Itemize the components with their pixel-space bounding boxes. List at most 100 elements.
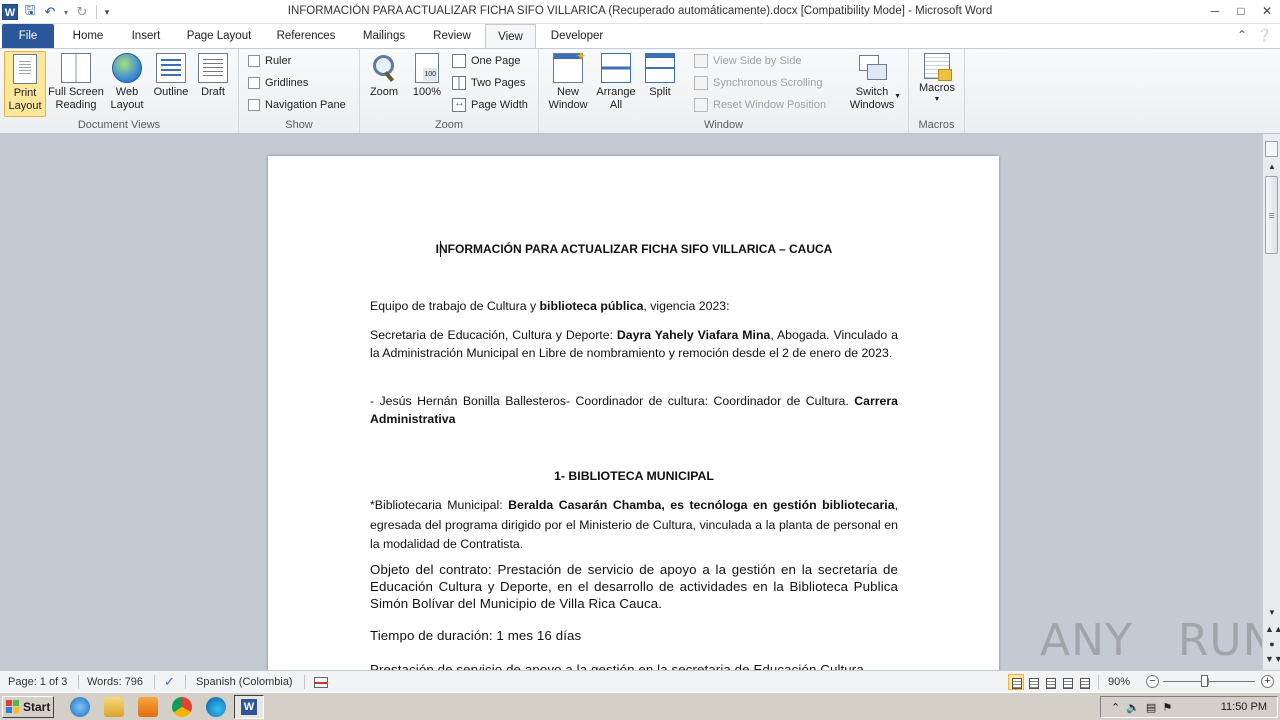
file-explorer-icon[interactable] <box>104 697 124 717</box>
system-clock[interactable]: 11:50 PM <box>1221 701 1267 713</box>
volume-icon[interactable]: 🔈 <box>1126 701 1140 714</box>
status-separator <box>1098 675 1099 689</box>
arrange-all-icon <box>601 53 631 83</box>
new-window-button[interactable]: New Window <box>543 50 593 117</box>
macro-record-icon[interactable] <box>314 671 328 693</box>
zoom-button[interactable]: Zoom <box>366 51 402 117</box>
start-button[interactable]: Start <box>2 696 54 718</box>
switch-windows-dropdown-icon: ▼ <box>894 93 901 100</box>
print-layout-view-icon[interactable] <box>1008 674 1024 690</box>
view-side-by-side-label: View Side by Side <box>713 55 802 67</box>
word-count[interactable]: Words: 796 <box>87 671 143 693</box>
tab-review[interactable]: Review <box>424 24 480 48</box>
paragraph-bibliotecaria: *Bibliotecaria Municipal: Beralda Casará… <box>370 496 898 555</box>
ruler-checkbox-box[interactable] <box>248 55 260 67</box>
action-center-flag-icon[interactable]: ⚑ <box>1162 701 1172 714</box>
zoom-slider-thumb[interactable] <box>1201 675 1208 687</box>
two-pages-icon <box>452 76 466 90</box>
full-screen-reading-label: Full Screen Reading <box>48 86 104 111</box>
tab-references[interactable]: References <box>268 24 344 48</box>
full-screen-view-icon[interactable] <box>1025 674 1041 690</box>
tab-mailings[interactable]: Mailings <box>354 24 414 48</box>
macros-label: Macros <box>918 82 956 94</box>
full-screen-reading-icon <box>61 53 91 83</box>
page-width-icon <box>452 97 466 112</box>
next-page-icon[interactable]: ▼▼ <box>1265 652 1280 666</box>
network-icon[interactable]: ▤ <box>1146 701 1156 714</box>
edge-icon[interactable] <box>206 697 226 717</box>
media-player-icon[interactable] <box>138 697 158 717</box>
maximize-icon[interactable]: □ <box>1228 0 1254 22</box>
reset-window-position-button[interactable]: Reset Window Position <box>694 95 826 115</box>
zoom-icon <box>369 53 399 83</box>
web-layout-button[interactable]: Web Layout <box>106 51 148 117</box>
scroll-down-icon[interactable]: ▼ <box>1264 606 1280 620</box>
zoom-in-icon[interactable]: + <box>1261 675 1274 688</box>
macros-button[interactable]: Macros ▼ <box>915 51 959 117</box>
previous-page-icon[interactable]: ▲▲ <box>1265 622 1280 636</box>
ribbon: Print Layout Full Screen Reading Web Lay… <box>0 48 1280 134</box>
page-count[interactable]: Page: 1 of 3 <box>8 671 67 693</box>
split-button[interactable]: Split <box>641 51 679 117</box>
navigation-pane-checkbox[interactable]: Navigation Pane <box>248 95 346 115</box>
zoom-out-icon[interactable]: − <box>1146 675 1159 688</box>
full-screen-reading-button[interactable]: Full Screen Reading <box>48 51 104 117</box>
ruler-label: Ruler <box>265 55 292 67</box>
p2-text-a: Secretaria de Educación, Cultura y Depor… <box>370 328 617 342</box>
show-hidden-icons-icon[interactable]: ⌃ <box>1111 701 1120 714</box>
switch-windows-button[interactable]: Switch Windows ▼ <box>841 51 903 117</box>
arrange-all-button[interactable]: Arrange All <box>593 51 639 117</box>
tab-file[interactable]: File <box>2 24 54 48</box>
print-layout-button[interactable]: Print Layout <box>4 51 46 117</box>
navigation-pane-label: Navigation Pane <box>265 99 346 111</box>
gridlines-checkbox-box[interactable] <box>248 77 260 89</box>
view-ruler-icon[interactable] <box>1265 141 1278 157</box>
synchronous-scrolling-button[interactable]: Synchronous Scrolling <box>694 73 822 93</box>
one-page-button[interactable]: One Page <box>452 51 521 71</box>
outline-view-icon[interactable] <box>1059 674 1075 690</box>
gridlines-checkbox[interactable]: Gridlines <box>248 73 308 93</box>
zoom-100-button[interactable]: 100% <box>408 51 446 117</box>
two-pages-button[interactable]: Two Pages <box>452 73 525 93</box>
tab-insert[interactable]: Insert <box>122 24 170 48</box>
chrome-icon[interactable] <box>172 697 192 717</box>
draft-view-icon[interactable] <box>1076 674 1092 690</box>
language-indicator[interactable]: Spanish (Colombia) <box>196 671 293 693</box>
macros-group-label: Macros <box>918 119 955 131</box>
minimize-ribbon-icon[interactable]: ⌃ <box>1237 28 1247 42</box>
proofing-icon[interactable]: ✓ <box>164 671 175 693</box>
close-icon[interactable]: ✕ <box>1254 0 1280 22</box>
paragraph-tiempo-duracion: Tiempo de duración: 1 mes 16 días <box>370 628 582 643</box>
page-width-button[interactable]: Page Width <box>452 95 528 115</box>
paragraph-objeto-contrato: Objeto del contrato: Prestación de servi… <box>370 562 898 611</box>
view-side-by-side-button[interactable]: View Side by Side <box>694 51 801 71</box>
scroll-up-icon[interactable]: ▲ <box>1264 160 1280 174</box>
print-layout-label: Print Layout <box>8 87 42 112</box>
tab-developer[interactable]: Developer <box>542 24 612 48</box>
tab-home[interactable]: Home <box>64 24 112 48</box>
outline-button[interactable]: Outline <box>150 51 192 117</box>
zoom-slider-track[interactable] <box>1163 681 1255 682</box>
zoom-100-icon <box>415 53 439 83</box>
zoom-level[interactable]: 90% <box>1108 671 1130 693</box>
help-icon[interactable]: ❔ <box>1257 28 1272 42</box>
macros-dropdown-icon: ▼ <box>933 96 941 103</box>
scroll-thumb[interactable] <box>1265 176 1278 254</box>
document-canvas: INFORMACIÓN PARA ACTUALIZAR FICHA SIFO V… <box>0 134 1262 670</box>
vertical-scrollbar[interactable]: ▲ ▼ ▲▲ ● ▼▼ <box>1262 134 1280 670</box>
ruler-checkbox[interactable]: Ruler <box>248 51 291 71</box>
taskbar-word-button[interactable]: W <box>234 695 264 719</box>
draft-button[interactable]: Draft <box>194 51 232 117</box>
tab-view[interactable]: View <box>485 24 536 49</box>
minimize-icon[interactable]: ─ <box>1202 0 1228 22</box>
internet-explorer-icon[interactable] <box>70 697 90 717</box>
navigation-pane-checkbox-box[interactable] <box>248 99 260 111</box>
word-taskbar-icon: W <box>241 699 257 715</box>
document-page[interactable]: INFORMACIÓN PARA ACTUALIZAR FICHA SIFO V… <box>268 156 999 670</box>
synchronous-scrolling-label: Synchronous Scrolling <box>713 77 823 89</box>
browse-object-icon[interactable]: ● <box>1265 637 1279 651</box>
tab-page-layout[interactable]: Page Layout <box>180 24 258 48</box>
web-layout-icon <box>112 53 142 83</box>
web-layout-view-icon[interactable] <box>1042 674 1058 690</box>
document-heading: INFORMACIÓN PARA ACTUALIZAR FICHA SIFO V… <box>435 242 833 256</box>
